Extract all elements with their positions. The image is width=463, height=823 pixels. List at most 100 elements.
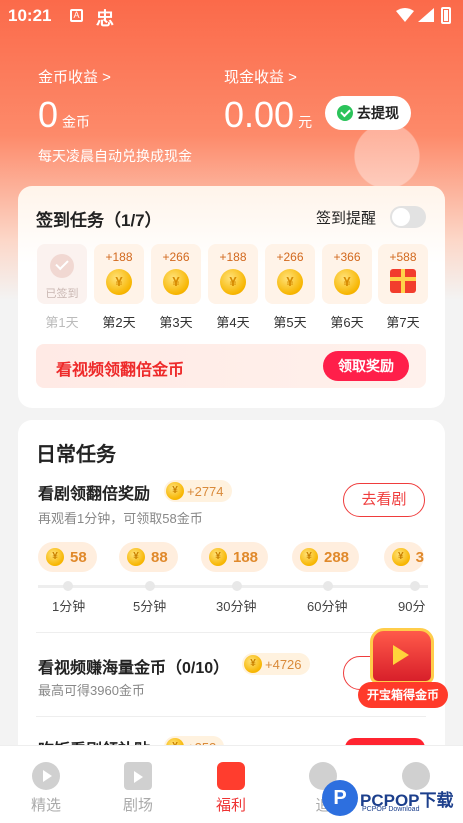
milestone-4: ¥288: [292, 542, 360, 572]
signin-day-reward: +188: [219, 250, 247, 264]
tab-theater[interactable]: 剧场: [108, 762, 168, 815]
banner-text: 看视频领翻倍金币: [56, 362, 185, 379]
reward-value: +2774: [187, 483, 224, 499]
milestone-value: 58: [70, 548, 87, 566]
task-watch-drama-sub: 再观看1分钟，可领取58金币: [38, 511, 203, 526]
coin-icon: ¥: [300, 548, 318, 566]
auto-exchange-note: 每天凌晨自动兑换成现金: [38, 148, 192, 164]
tab-welfare[interactable]: 福利: [201, 762, 261, 815]
progress-tick: [232, 581, 242, 591]
gift-icon: [390, 269, 416, 293]
cash-amount: 0.00: [224, 94, 295, 135]
coin-icon: ¥: [46, 548, 64, 566]
signin-day-label: 第3天: [159, 315, 193, 330]
reward-value: +4726: [265, 656, 302, 672]
check-icon: [50, 254, 74, 278]
signin-remind-label: 签到提醒: [316, 210, 377, 227]
status-time: 10:21: [8, 6, 52, 25]
coin-earnings[interactable]: 金币收益 > 0 金币: [38, 66, 111, 135]
signin-day-reward: +266: [276, 250, 304, 264]
coin-unit: 金币: [62, 114, 91, 130]
signin-day-label: 第7天: [386, 315, 420, 330]
milestone-value: 188: [233, 548, 259, 566]
watch-drama-button[interactable]: 去看剧: [343, 483, 425, 517]
signin-day-reward: +266: [162, 250, 190, 264]
progress-tick: [63, 581, 73, 591]
milestone-label: 5分钟: [133, 599, 167, 614]
watermark-logo: P: [322, 780, 358, 816]
coin-icon: ¥: [209, 548, 227, 566]
signin-remind-toggle[interactable]: [390, 206, 426, 228]
signal-icon: [418, 8, 434, 22]
claim-reward-button[interactable]: 领取奖励: [323, 351, 409, 381]
notification-app-icon: 忠: [96, 9, 114, 29]
notification-a-icon: A: [70, 9, 83, 22]
daily-tasks-title: 日常任务: [36, 444, 116, 466]
cash-earnings[interactable]: 现金收益 > 0.00 元: [224, 66, 312, 135]
watermark-sub: PCPOP Download: [362, 806, 420, 813]
signin-day-1: 已签到: [37, 244, 87, 304]
task-watch-drama-title: 看剧领翻倍奖励: [38, 486, 151, 503]
milestone-5: ¥3: [384, 542, 424, 572]
coin-icon: ¥: [166, 482, 184, 500]
signin-day-reward: +188: [105, 250, 133, 264]
tab-featured[interactable]: 精选: [16, 762, 76, 815]
wechat-pay-icon: [337, 105, 353, 121]
wifi-icon: [396, 8, 414, 22]
signin-day-label: 第6天: [330, 315, 364, 330]
milestone-label: 90分: [398, 599, 426, 614]
signin-day-label: 第1天: [45, 315, 79, 330]
signin-day-label: 第5天: [273, 315, 307, 330]
double-coin-banner: 看视频领翻倍金币 领取奖励: [36, 344, 426, 388]
task-watch-drama-reward: ¥ +2774: [164, 480, 232, 502]
treasure-label: 开宝箱得金币: [358, 682, 448, 708]
withdraw-button[interactable]: 去提现: [325, 96, 411, 130]
signin-day-5: +266 ¥: [265, 244, 315, 304]
progress-tick: [410, 581, 420, 591]
signin-day-7: +588: [378, 244, 428, 304]
signin-day-3: +266 ¥: [151, 244, 201, 304]
task-watch-video-sub: 最高可得3960金币: [38, 683, 145, 698]
coin-earnings-label[interactable]: 金币收益 >: [38, 66, 111, 87]
cash-unit: 元: [298, 114, 313, 130]
signin-day-reward: +366: [333, 250, 361, 264]
coin-icon: ¥: [277, 269, 303, 295]
cash-earnings-label[interactable]: 现金收益 >: [224, 66, 312, 87]
coin-icon: ¥: [106, 269, 132, 295]
play-circle-icon: [32, 762, 60, 790]
milestone-value: 3: [415, 548, 424, 566]
coin-icon: ¥: [163, 269, 189, 295]
milestone-value: 88: [151, 548, 168, 566]
signin-day-4: +188 ¥: [208, 244, 258, 304]
progress-tick: [323, 581, 333, 591]
milestone-3: ¥188: [201, 542, 269, 572]
task-watch-video-reward: ¥ +4726: [242, 653, 310, 675]
coin-icon: ¥: [127, 548, 145, 566]
tab-label: 剧场: [122, 797, 153, 814]
signin-day-6: +366 ¥: [322, 244, 372, 304]
coin-icon: ¥: [334, 269, 360, 295]
signin-day-status: 已签到: [45, 288, 79, 300]
signin-day-label: 第4天: [216, 315, 250, 330]
watermark: P PCPOP下载 PCPOP Download: [322, 780, 460, 820]
divider: [36, 716, 426, 717]
red-envelope-icon: [217, 762, 245, 790]
milestone-2: ¥88: [119, 542, 178, 572]
battery-icon: [441, 7, 451, 24]
coin-icon: ¥: [392, 548, 410, 566]
signin-title: 签到任务（1/7）: [36, 211, 162, 230]
milestone-label: 30分钟: [216, 599, 257, 614]
signin-day-label: 第2天: [102, 315, 136, 330]
milestone-1: ¥58: [38, 542, 97, 572]
status-bar: 10:21 A 忠: [0, 0, 463, 32]
withdraw-label: 去提现: [357, 105, 399, 121]
treasure-chest-icon: [370, 628, 434, 684]
milestone-label: 1分钟: [52, 599, 86, 614]
milestone-label: 60分钟: [307, 599, 348, 614]
signin-day-2: +188 ¥: [94, 244, 144, 304]
treasure-chest-float[interactable]: 开宝箱得金币: [358, 628, 450, 712]
tv-icon: [124, 762, 152, 790]
coin-icon: ¥: [220, 269, 246, 295]
tab-label: 精选: [30, 797, 61, 814]
signin-day-reward: +588: [389, 250, 417, 264]
